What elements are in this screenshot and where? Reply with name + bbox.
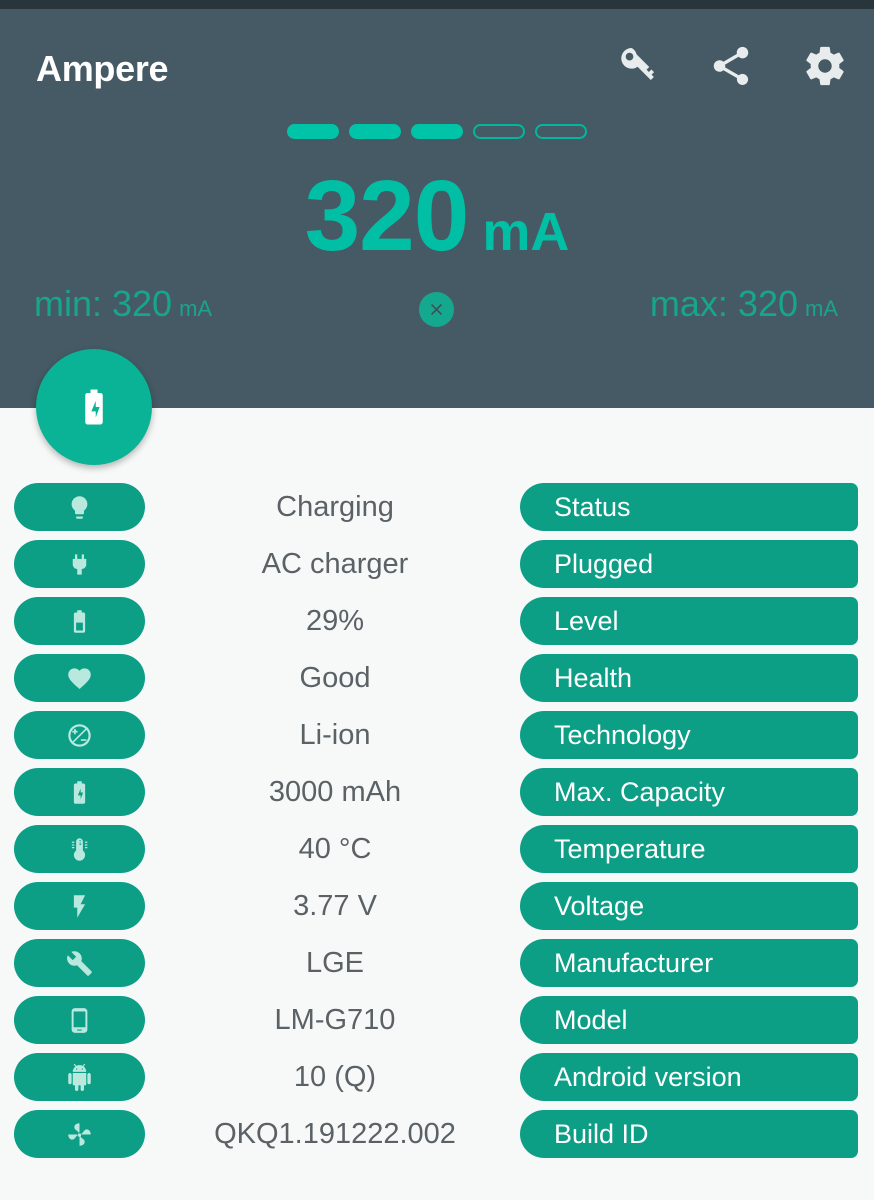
share-icon[interactable] xyxy=(708,43,754,89)
table-row: 3.77 V Voltage xyxy=(0,880,874,937)
min-unit: mA xyxy=(179,296,213,321)
table-row: Li-ion Technology xyxy=(0,709,874,766)
row-value: LM-G710 xyxy=(274,1003,396,1036)
row-label: Plugged xyxy=(554,548,654,579)
header-panel: Ampere 320 mA min: 320 mA max: 320 mA xyxy=(0,9,874,408)
row-label-pill: Plugged xyxy=(520,540,858,588)
current-reading: 320 mA xyxy=(0,166,874,266)
table-row: QKQ1.191222.002 Build ID xyxy=(0,1108,874,1165)
row-label-pill: Build ID xyxy=(520,1110,858,1158)
key-icon[interactable] xyxy=(614,43,660,89)
row-value: AC charger xyxy=(261,547,409,580)
current-value: 320 xyxy=(304,160,470,272)
battery-segment xyxy=(535,124,587,139)
row-label-pill: Level xyxy=(520,597,858,645)
row-value: Li-ion xyxy=(299,718,371,751)
table-row: LM-G710 Model xyxy=(0,994,874,1051)
app-title: Ampere xyxy=(36,48,169,89)
row-label: Build ID xyxy=(554,1118,649,1149)
row-value: 29% xyxy=(305,604,365,637)
table-row: AC charger Plugged xyxy=(0,538,874,595)
max-unit: mA xyxy=(805,296,838,321)
row-value: Charging xyxy=(276,490,394,523)
battery-level-segments xyxy=(0,124,874,139)
row-value: 3.77 V xyxy=(293,889,377,922)
row-value: 3000 mAh xyxy=(268,775,402,808)
table-row: 29% Level xyxy=(0,595,874,652)
battery-icon xyxy=(14,597,145,645)
row-value: QKQ1.191222.002 xyxy=(214,1117,456,1150)
row-label: Health xyxy=(554,662,633,693)
gear-icon[interactable] xyxy=(802,43,848,89)
row-value: 10 (Q) xyxy=(293,1060,377,1093)
row-label: Model xyxy=(554,1004,628,1035)
table-row: 10 (Q) Android version xyxy=(0,1051,874,1108)
battery-segment xyxy=(349,124,401,139)
close-x-icon xyxy=(430,303,443,316)
min-label: min: xyxy=(34,283,103,324)
row-label-pill: Technology xyxy=(520,711,858,759)
row-label-pill: Temperature xyxy=(520,825,858,873)
fan-icon xyxy=(14,1110,145,1158)
battery-segment xyxy=(411,124,463,139)
row-label: Manufacturer xyxy=(554,947,714,978)
battery-charging-fab[interactable] xyxy=(36,349,152,465)
row-label-pill: Status xyxy=(520,483,858,531)
row-label-pill: Model xyxy=(520,996,858,1044)
row-label-pill: Android version xyxy=(520,1053,858,1101)
row-label-pill: Voltage xyxy=(520,882,858,930)
table-row: Good Health xyxy=(0,652,874,709)
android-icon xyxy=(14,1053,145,1101)
battery-info-list: Charging Status AC charger Plugged 29% L… xyxy=(0,481,874,1165)
max-value: 320 xyxy=(737,283,798,324)
row-value: 40 °C xyxy=(298,832,372,865)
battery-segment xyxy=(473,124,525,139)
plug-icon xyxy=(14,540,145,588)
thermometer-icon xyxy=(14,825,145,873)
max-label: max: xyxy=(649,283,728,324)
wrench-icon xyxy=(14,939,145,987)
row-label-pill: Manufacturer xyxy=(520,939,858,987)
min-value: 320 xyxy=(112,283,173,324)
row-label: Technology xyxy=(554,719,691,750)
row-label-pill: Max. Capacity xyxy=(520,768,858,816)
bolt-icon xyxy=(14,882,145,930)
heart-icon xyxy=(14,654,145,702)
battery-charging-icon xyxy=(14,768,145,816)
row-value: LGE xyxy=(305,946,365,979)
row-label: Max. Capacity xyxy=(554,776,726,807)
row-label: Android version xyxy=(554,1061,742,1092)
app-bar: Ampere xyxy=(0,9,874,114)
row-label: Status xyxy=(554,491,631,522)
row-value: Good xyxy=(299,661,371,694)
battery-charging-icon xyxy=(85,389,103,425)
min-reading: min: 320 mA xyxy=(34,284,212,324)
phone-icon xyxy=(14,996,145,1044)
table-row: 40 °C Temperature xyxy=(0,823,874,880)
row-label: Voltage xyxy=(554,890,645,921)
row-label-pill: Health xyxy=(520,654,858,702)
bulb-icon xyxy=(14,483,145,531)
app-bar-actions xyxy=(614,43,848,89)
plus-minus-circle-icon xyxy=(14,711,145,759)
reset-button[interactable] xyxy=(419,292,454,327)
table-row: Charging Status xyxy=(0,481,874,538)
max-reading: max: 320 mA xyxy=(650,284,838,324)
system-status-bar xyxy=(0,0,874,9)
row-label: Level xyxy=(554,605,619,636)
ampere-app-screen: Ampere 320 mA min: 320 mA max: 320 mA Ch… xyxy=(0,0,874,1200)
table-row: 3000 mAh Max. Capacity xyxy=(0,766,874,823)
battery-segment xyxy=(287,124,339,139)
table-row: LGE Manufacturer xyxy=(0,937,874,994)
row-label: Temperature xyxy=(554,833,706,864)
current-unit: mA xyxy=(482,202,570,262)
